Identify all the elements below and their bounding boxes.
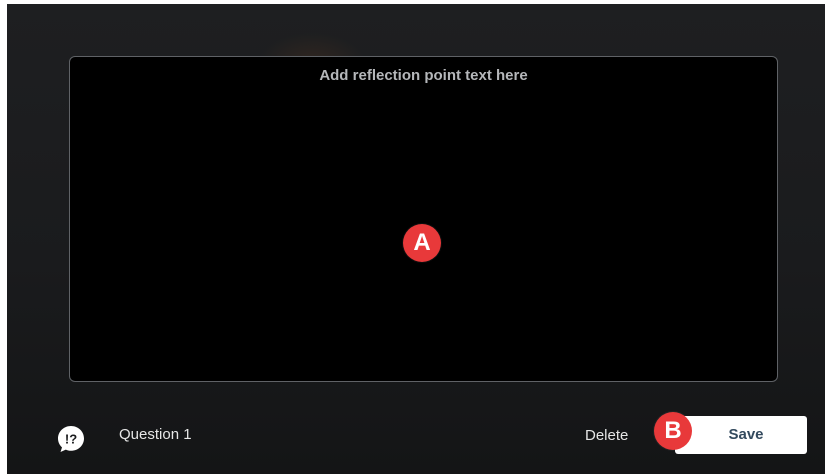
- callout-b-badge: B: [654, 412, 692, 450]
- video-editor-frame: Add reflection point text here A !? Ques…: [7, 4, 825, 474]
- bottom-toolbar: !? Question 1 Delete Save: [7, 404, 825, 468]
- reflection-placeholder-text: Add reflection point text here: [319, 67, 528, 84]
- reflection-point-text-area[interactable]: Add reflection point text here: [69, 56, 778, 382]
- save-button[interactable]: Save: [675, 416, 807, 454]
- svg-text:!?: !?: [65, 432, 77, 447]
- question-exclamation-bubble-icon: !?: [56, 424, 86, 454]
- delete-button[interactable]: Delete: [577, 422, 636, 450]
- question-label: Question 1: [119, 426, 192, 443]
- callout-a-badge: A: [403, 224, 441, 262]
